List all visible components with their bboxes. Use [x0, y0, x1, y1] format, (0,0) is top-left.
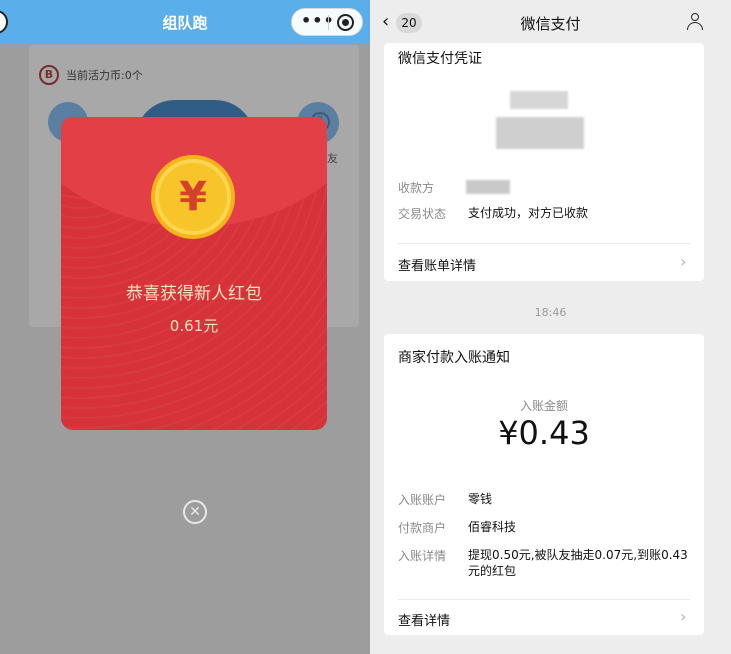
detail-label: 入账详情	[398, 549, 447, 563]
credit-amount-label: 入账金额	[519, 399, 568, 413]
red-packet[interactable]: ¥ 恭喜获得新人红包 0.61元	[61, 117, 327, 430]
blurred-payee	[466, 180, 510, 194]
chat-header: ‹ 20 微信支付	[370, 0, 731, 43]
activity-coin-text: 当前活力币:0个	[66, 69, 143, 82]
status-label: 交易状态	[398, 207, 447, 221]
status-value: 支付成功，对方已收款	[468, 206, 589, 220]
mini-program-header: 组队跑 •••	[0, 0, 370, 43]
credit-amount-value: ¥0.43	[498, 414, 590, 452]
red-packet-title: 恭喜获得新人红包	[126, 284, 262, 304]
yuan-symbol: ¥	[179, 174, 207, 220]
capsule-divider	[328, 15, 329, 30]
payee-label: 收款方	[398, 181, 435, 195]
wechat-pay-panel: ‹ 20 微信支付 微信支付凭证 收款方 交易状态 支付成功，对方已收款 查看账…	[370, 0, 731, 654]
close-mini-program-icon[interactable]	[337, 14, 354, 31]
merchant-payout-card[interactable]: 商家付款入账通知 入账金额 ¥0.43 入账账户 零钱 付款商户 佰睿科技 入账…	[384, 334, 704, 635]
message-timestamp: 18:46	[534, 306, 567, 319]
blurred-merchant-image	[496, 117, 584, 149]
chat-title: 微信支付	[520, 15, 581, 33]
account-value: 零钱	[468, 492, 493, 506]
close-icon[interactable]: ✕	[183, 500, 207, 524]
menu-capsule: •••	[291, 8, 363, 36]
blurred-merchant-logo	[510, 91, 568, 109]
notice-title: 商家付款入账通知	[398, 350, 510, 366]
view-details-link[interactable]: 查看详情	[398, 610, 450, 629]
background-side-text: 友	[327, 152, 338, 165]
user-profile-icon[interactable]	[686, 13, 704, 31]
user-head	[691, 13, 699, 21]
user-body	[687, 22, 703, 30]
chevron-right-icon[interactable]: ›	[680, 607, 686, 626]
more-icon[interactable]: •••	[301, 11, 335, 30]
merchant-label: 付款商户	[398, 521, 447, 535]
notice-divider	[398, 599, 690, 600]
view-bill-details-link[interactable]: 查看账单详情	[398, 255, 476, 274]
yuan-coin-icon[interactable]: ¥	[151, 155, 235, 239]
merchant-value: 佰睿科技	[468, 520, 517, 534]
voucher-title: 微信支付凭证	[398, 51, 482, 67]
mini-program-panel: 组队跑 ••• B 当前活力币:0个 友 ¥ 恭喜获得新人红包 0.61元 ✕	[0, 0, 370, 654]
detail-value: 提现0.50元,被队友抽走0.07元,到账0.43元的红包	[468, 548, 688, 578]
payment-voucher-card[interactable]: 微信支付凭证 收款方 交易状态 支付成功，对方已收款 查看账单详情 ›	[384, 43, 704, 281]
red-packet-amount: 0.61元	[169, 317, 219, 335]
activity-coin-icon: B	[39, 65, 59, 85]
account-label: 入账账户	[398, 493, 447, 507]
voucher-divider	[398, 243, 690, 244]
chevron-right-icon[interactable]: ›	[680, 252, 686, 271]
